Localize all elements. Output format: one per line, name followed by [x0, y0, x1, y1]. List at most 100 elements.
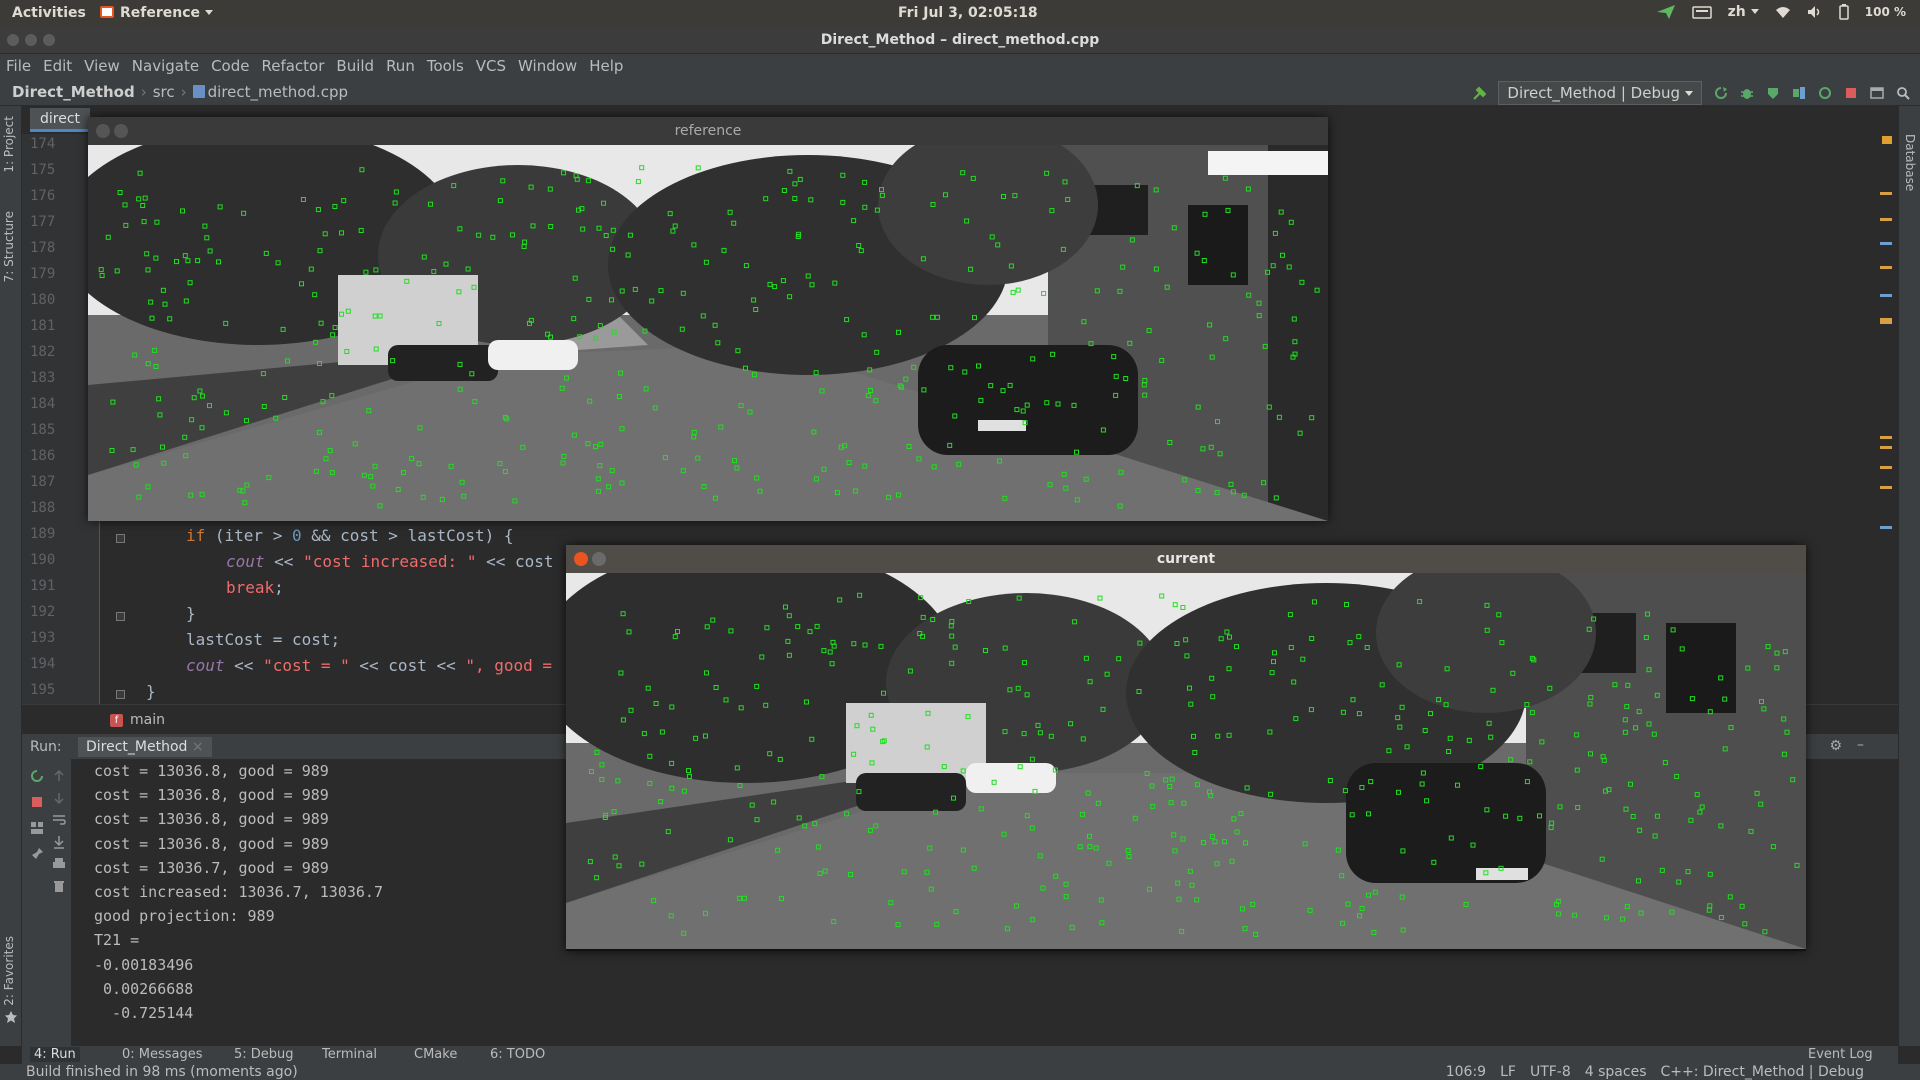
minimize-window-button[interactable]: [114, 124, 128, 138]
coverage-icon[interactable]: [1766, 86, 1780, 100]
file-encoding[interactable]: UTF-8: [1530, 1064, 1571, 1080]
breadcrumb-project[interactable]: Direct_Method: [12, 83, 135, 101]
gear-icon[interactable]: ⚙: [1829, 738, 1842, 754]
warning-marker[interactable]: [1880, 446, 1892, 449]
tab-messages[interactable]: 0: Messages: [122, 1047, 203, 1062]
fold-marker[interactable]: [116, 534, 125, 543]
menu-help[interactable]: Help: [589, 57, 623, 75]
activities-button[interactable]: Activities: [12, 5, 86, 21]
warning-marker[interactable]: [1880, 486, 1892, 489]
caret-position[interactable]: 106:9: [1446, 1064, 1486, 1080]
breadcrumb-folder[interactable]: src: [153, 83, 175, 101]
menu-vcs[interactable]: VCS: [476, 57, 506, 75]
clock[interactable]: Fri Jul 3, 02:05:18: [898, 5, 1038, 21]
tab-project[interactable]: 1: Project: [2, 116, 16, 173]
reference-window-title-bar[interactable]: reference: [88, 117, 1328, 145]
tab-favorites[interactable]: 2: Favorites: [2, 936, 16, 1006]
editor-tab[interactable]: direct: [30, 108, 91, 132]
console-line: cost = 13036.8, good = 989: [94, 834, 329, 853]
minimize-icon[interactable]: –: [1857, 737, 1864, 753]
menu-file[interactable]: File: [6, 57, 31, 75]
attach-debugger-icon[interactable]: [1818, 86, 1832, 100]
warning-marker[interactable]: [1880, 436, 1892, 439]
warning-marker[interactable]: [1880, 192, 1892, 195]
warning-marker[interactable]: [1880, 318, 1892, 324]
tab-terminal[interactable]: Terminal: [322, 1047, 377, 1062]
profiler-icon[interactable]: [1792, 86, 1806, 100]
tab-run[interactable]: 4: Run: [30, 1047, 80, 1062]
warning-marker[interactable]: [1880, 466, 1892, 469]
menu-code[interactable]: Code: [211, 57, 249, 75]
context-selector[interactable]: C++: Direct_Method | Debug: [1661, 1064, 1865, 1080]
function-breadcrumb[interactable]: main: [130, 712, 165, 728]
fold-marker[interactable]: [116, 690, 125, 699]
status-message[interactable]: Build finished in 98 ms (moments ago): [26, 1064, 298, 1080]
menu-window[interactable]: Window: [518, 57, 577, 75]
warning-marker[interactable]: [1880, 266, 1892, 269]
warning-marker[interactable]: [1880, 218, 1892, 221]
tab-todo[interactable]: 6: TODO: [490, 1047, 545, 1062]
tab-structure[interactable]: 7: Structure: [2, 211, 16, 282]
layout-icon[interactable]: [1870, 86, 1884, 100]
print-icon[interactable]: [52, 857, 66, 871]
code-token: ;: [274, 578, 284, 597]
close-icon[interactable]: ×: [192, 739, 204, 755]
wifi-icon[interactable]: [1775, 5, 1791, 19]
info-marker[interactable]: [1880, 242, 1892, 245]
menu-edit[interactable]: Edit: [43, 57, 72, 75]
line-number: 178: [30, 240, 56, 256]
bug-icon[interactable]: [1740, 86, 1754, 100]
language-indicator[interactable]: zh: [1728, 4, 1759, 20]
arrow-up-icon[interactable]: [52, 769, 66, 783]
hammer-icon[interactable]: [1472, 86, 1487, 100]
run-config-select[interactable]: Direct_Method | Debug: [1498, 81, 1702, 105]
tab-database[interactable]: Database: [1903, 134, 1917, 191]
info-marker[interactable]: [1880, 526, 1892, 529]
send-icon[interactable]: [1656, 4, 1676, 20]
stop-icon[interactable]: [30, 795, 44, 809]
stop-icon[interactable]: [1844, 86, 1858, 100]
line-number: 192: [30, 604, 56, 620]
layout-icon[interactable]: [30, 821, 44, 835]
console-line: T21 =: [94, 931, 140, 950]
fold-marker[interactable]: [116, 612, 125, 621]
code-token: (iter >: [205, 526, 292, 545]
code-token: <<: [264, 552, 304, 571]
close-window-button[interactable]: [574, 552, 588, 566]
keyboard-icon[interactable]: [1691, 5, 1712, 19]
pin-icon[interactable]: [30, 847, 44, 861]
reference-image-window[interactable]: reference: [88, 117, 1328, 521]
search-icon[interactable]: [1896, 86, 1910, 100]
menu-navigate[interactable]: Navigate: [132, 57, 199, 75]
app-menu[interactable]: Reference: [100, 5, 214, 21]
minimize-window-button[interactable]: [592, 552, 606, 566]
menu-tools[interactable]: Tools: [427, 57, 464, 75]
indent-setting[interactable]: 4 spaces: [1585, 1064, 1647, 1080]
console-output[interactable]: cost = 13036.8, good = 989 cost = 13036.8…: [94, 759, 383, 1025]
battery-icon[interactable]: [1839, 4, 1849, 20]
current-window-title-bar[interactable]: current: [566, 545, 1806, 573]
tab-debug[interactable]: 5: Debug: [234, 1047, 294, 1062]
close-window-button[interactable]: [96, 124, 110, 138]
tab-cmake[interactable]: CMake: [414, 1047, 457, 1062]
run-tab[interactable]: Direct_Method ×: [78, 737, 212, 757]
tab-event-log[interactable]: Event Log: [1808, 1047, 1873, 1062]
run-label: Run:: [30, 739, 62, 755]
warning-marker[interactable]: [1882, 136, 1892, 144]
line-separator[interactable]: LF: [1500, 1064, 1516, 1080]
trash-icon[interactable]: [52, 879, 66, 893]
scroll-to-end-icon[interactable]: [52, 835, 66, 849]
rerun-icon[interactable]: [30, 769, 44, 783]
breadcrumb-file[interactable]: direct_method.cpp: [192, 83, 348, 101]
soft-wrap-icon[interactable]: [52, 813, 66, 827]
rerun-icon[interactable]: [1714, 86, 1728, 100]
volume-icon[interactable]: [1807, 5, 1823, 19]
arrow-down-icon[interactable]: [52, 791, 66, 805]
menu-run[interactable]: Run: [386, 57, 415, 75]
menu-view[interactable]: View: [84, 57, 120, 75]
menu-refactor[interactable]: Refactor: [261, 57, 324, 75]
current-image-window[interactable]: current: [566, 545, 1806, 951]
info-marker[interactable]: [1880, 294, 1892, 297]
menu-build[interactable]: Build: [336, 57, 374, 75]
app-name: Reference: [120, 5, 201, 21]
